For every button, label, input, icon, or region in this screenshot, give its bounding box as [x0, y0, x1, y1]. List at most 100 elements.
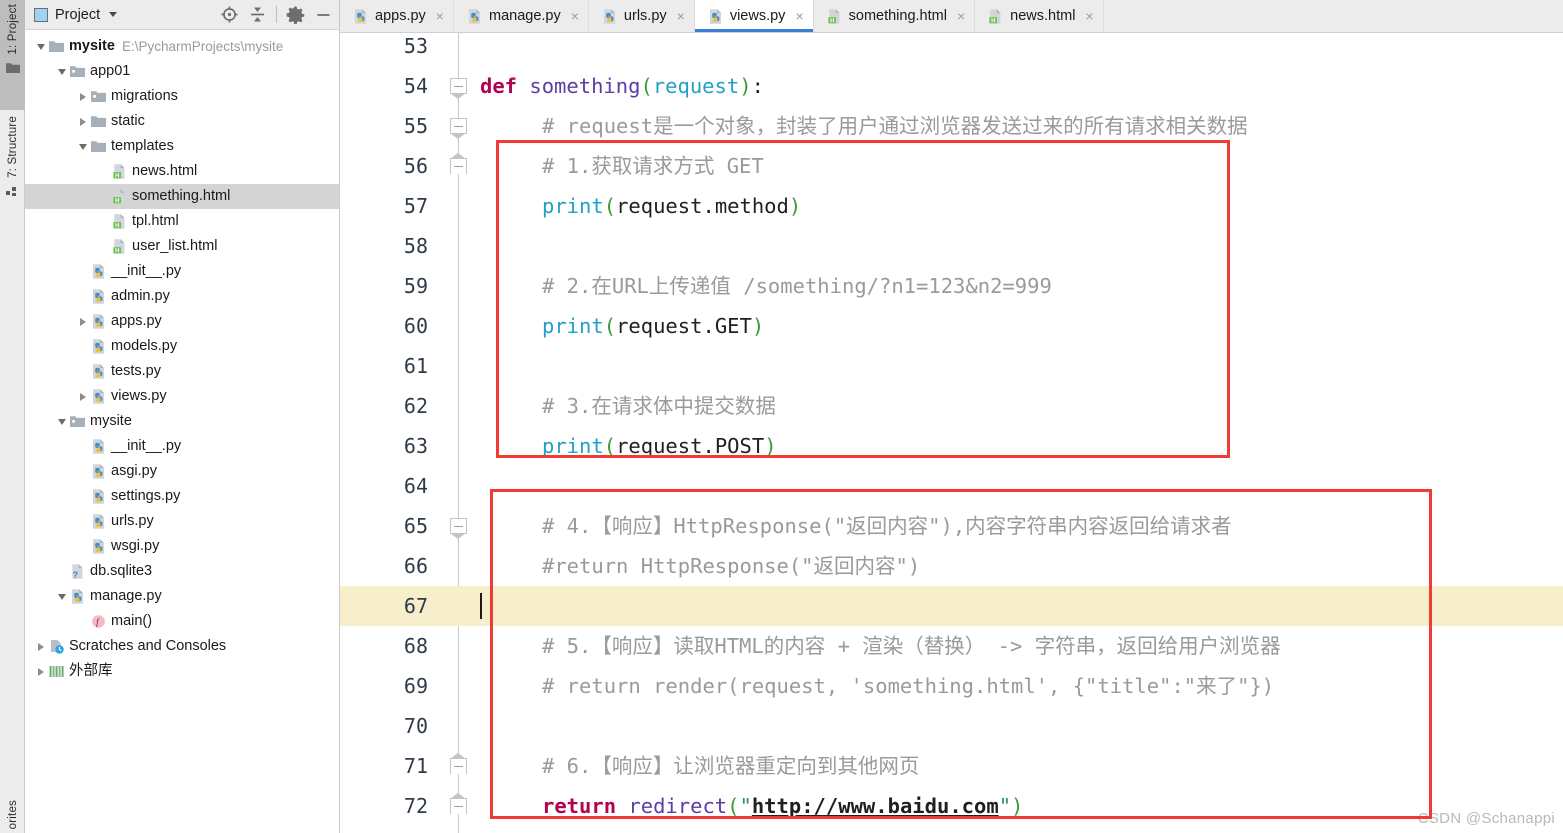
tree-row-db-sqlite3[interactable]: ? db.sqlite3	[25, 559, 339, 584]
code-folding-column[interactable]	[440, 33, 480, 833]
tree-row-settings-py[interactable]: settings.py	[25, 484, 339, 509]
code-token: something	[529, 74, 641, 98]
editor-tab-news-html[interactable]: Hnews.html ×	[975, 0, 1104, 32]
chevron-right-icon[interactable]	[75, 309, 90, 334]
tree-row-wsgi-py[interactable]: wsgi.py	[25, 534, 339, 559]
code-token: .	[702, 314, 715, 338]
gear-icon[interactable]	[286, 5, 305, 25]
code-line-68[interactable]: # 5.【响应】读取HTML的内容 + 渲染（替换） -> 字符串，返回给用户浏…	[542, 626, 1281, 666]
tool-tab-project[interactable]: 1: Project	[0, 0, 25, 110]
tree-item-label: models.py	[111, 338, 178, 355]
tree-row-tpl-html[interactable]: Htpl.html	[25, 209, 339, 234]
fold-marker[interactable]	[450, 78, 467, 99]
editor-tab-urls-py[interactable]: urls.py ×	[589, 0, 695, 32]
tree-row-manage-py[interactable]: manage.py	[25, 584, 339, 609]
fold-marker[interactable]	[450, 153, 467, 174]
tree-row-templates[interactable]: templates	[25, 134, 339, 159]
chevron-right-icon[interactable]	[75, 384, 90, 409]
tree-row-admin-py[interactable]: admin.py	[25, 284, 339, 309]
tree-item-label: tests.py	[111, 363, 161, 380]
chevron-right-icon[interactable]	[75, 109, 90, 134]
code-token: request	[616, 434, 703, 458]
code-line-59[interactable]: # 2.在URL上传递值 /something/?n1=123&n2=999	[542, 266, 1052, 306]
close-icon[interactable]: ×	[957, 9, 965, 23]
tree-row-views-py[interactable]: views.py	[25, 384, 339, 409]
project-tree[interactable]: mysite E:\PycharmProjects\mysite app01 migr…	[25, 30, 339, 833]
chevron-right-icon[interactable]	[33, 659, 48, 684]
chevron-down-icon[interactable]	[109, 12, 118, 17]
line-number: 59	[403, 274, 428, 298]
minimize-icon[interactable]	[314, 5, 333, 24]
chevron-down-icon[interactable]	[54, 584, 69, 609]
locate-icon[interactable]	[220, 5, 239, 24]
tool-tab-favorites[interactable]: orites	[0, 771, 25, 833]
tree-row---init---py[interactable]: __init__.py	[25, 434, 339, 459]
close-icon[interactable]: ×	[436, 9, 444, 23]
tree-row-urls-py[interactable]: urls.py	[25, 509, 339, 534]
code-line-60[interactable]: print(request.GET)	[542, 306, 764, 346]
editor-tab-views-py[interactable]: views.py ×	[694, 0, 814, 32]
tree-item-label: tpl.html	[132, 213, 179, 230]
tree-row-migrations[interactable]: migrations	[25, 84, 339, 109]
code-line-56[interactable]: # 1.获取请求方式 GET	[542, 146, 764, 186]
fold-marker[interactable]	[450, 793, 467, 814]
chevron-right-icon[interactable]	[33, 634, 48, 659]
code-line-66[interactable]: #return HttpResponse("返回内容")	[542, 546, 920, 586]
tree-item-label: news.html	[132, 163, 198, 180]
function-icon-icon: f	[90, 613, 107, 630]
svg-text:H: H	[115, 173, 119, 179]
code-line-69[interactable]: # return render(request, 'something.html…	[542, 666, 1274, 706]
code-text-area[interactable]: def something(request): # request是一个对象，封装…	[480, 33, 1563, 833]
caret-line-highlight	[480, 586, 1563, 626]
code-line-55[interactable]: # request是一个对象，封装了用户通过浏览器发送过来的所有请求相关数据	[542, 106, 1248, 146]
code-line-65[interactable]: # 4.【响应】HttpResponse("返回内容"),内容字符串内容返回给请…	[542, 506, 1232, 546]
line-number: 61	[403, 354, 428, 378]
close-icon[interactable]: ×	[677, 9, 685, 23]
code-line-72[interactable]: return redirect("http://www.baidu.com")	[542, 786, 1023, 826]
collapse-all-icon[interactable]	[248, 5, 267, 24]
line-number: 66	[403, 554, 428, 578]
tree-row-static[interactable]: static	[25, 109, 339, 134]
code-line-54[interactable]: def something(request):	[480, 66, 764, 106]
py-file-icon	[707, 8, 723, 25]
chevron-right-icon[interactable]	[75, 84, 90, 109]
code-line-71[interactable]: # 6.【响应】让浏览器重定向到其他网页	[542, 746, 919, 786]
tree-row-mysite[interactable]: mysite	[25, 409, 339, 434]
project-dropdown[interactable]: Project	[34, 7, 118, 23]
tool-tab-structure[interactable]: 7: Structure	[0, 112, 25, 230]
tree-row-something-html[interactable]: Hsomething.html	[25, 184, 339, 209]
close-icon[interactable]: ×	[795, 9, 803, 23]
tree-row-asgi-py[interactable]: asgi.py	[25, 459, 339, 484]
code-editor[interactable]: 53 54 55 56 57 58 59 60 61 62 63 64 65 66 67 68 69 70 71 72…	[340, 33, 1563, 833]
tree-row-user-list-html[interactable]: Huser_list.html	[25, 234, 339, 259]
fold-marker[interactable]	[450, 118, 467, 139]
fold-marker[interactable]	[450, 518, 467, 539]
chevron-down-icon[interactable]	[75, 134, 90, 159]
editor-tab-bar[interactable]: apps.py × manage.py × urls.py × views.py × Hsome…	[340, 0, 1563, 33]
close-icon[interactable]: ×	[571, 9, 579, 23]
code-line-57[interactable]: print(request.method)	[542, 186, 801, 226]
tree-item-label: mysite	[69, 38, 115, 55]
code-line-63[interactable]: print(request.POST)	[542, 426, 777, 466]
tree-row-mysite[interactable]: mysite E:\PycharmProjects\mysite	[25, 34, 339, 59]
tree-row-app01[interactable]: app01	[25, 59, 339, 84]
code-token: # 1.获取请求方式 GET	[542, 154, 764, 178]
fold-marker[interactable]	[450, 753, 467, 774]
editor-tab-apps-py[interactable]: apps.py ×	[340, 0, 454, 32]
tree-row-news-html[interactable]: Hnews.html	[25, 159, 339, 184]
tree-row----[interactable]: 外部库	[25, 659, 339, 684]
tree-row-apps-py[interactable]: apps.py	[25, 309, 339, 334]
code-line-62[interactable]: # 3.在请求体中提交数据	[542, 386, 776, 426]
editor-tab-something-html[interactable]: Hsomething.html ×	[814, 0, 976, 32]
close-icon[interactable]: ×	[1085, 9, 1093, 23]
tree-row-scratches-and-consoles[interactable]: Scratches and Consoles	[25, 634, 339, 659]
chevron-down-icon[interactable]	[33, 34, 48, 59]
chevron-down-icon[interactable]	[54, 59, 69, 84]
tree-row---init---py[interactable]: __init__.py	[25, 259, 339, 284]
tree-row-tests-py[interactable]: tests.py	[25, 359, 339, 384]
tree-row-main--[interactable]: f main()	[25, 609, 339, 634]
tree-row-models-py[interactable]: models.py	[25, 334, 339, 359]
editor-tab-manage-py[interactable]: manage.py ×	[454, 0, 589, 32]
chevron-down-icon[interactable]	[54, 409, 69, 434]
editor-tab-label: apps.py	[375, 8, 426, 24]
